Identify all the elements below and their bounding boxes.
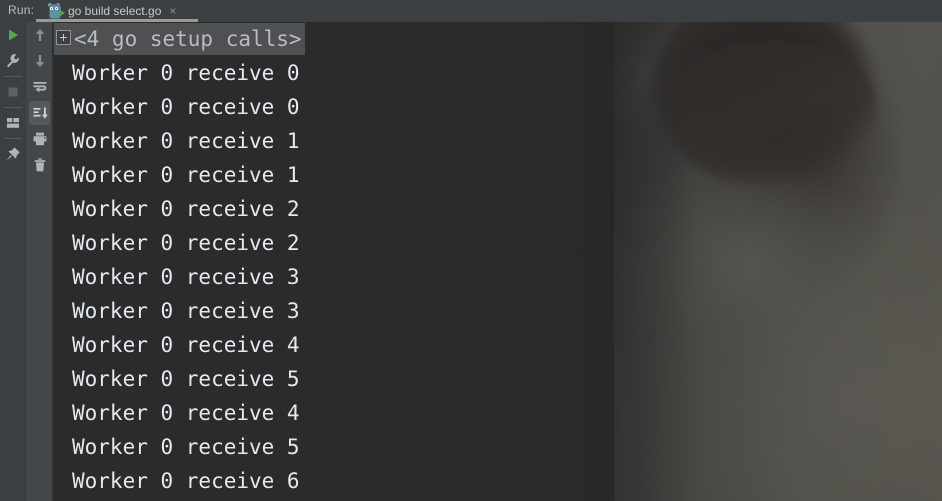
arrow-down-icon — [32, 53, 48, 69]
console-line-text: Worker 0 receive 2 — [72, 197, 300, 221]
console-line: Worker 0 receive 2 — [54, 226, 942, 260]
toolbar-divider — [52, 22, 54, 501]
toolbar-separator — [4, 76, 22, 77]
console-line-text: Worker 0 receive 3 — [72, 299, 300, 323]
go-gopher-run-icon — [48, 3, 65, 19]
console-line: Worker 0 receive 1 — [54, 158, 942, 192]
tab-active-underline — [36, 19, 198, 22]
console-line: Worker 0 receive 1 — [54, 124, 942, 158]
console-line: Worker 0 receive 0 — [54, 90, 942, 124]
soft-wrap-icon — [32, 79, 48, 95]
clear-all-button[interactable] — [26, 152, 53, 178]
stop-square-icon — [5, 84, 21, 100]
print-icon — [32, 131, 48, 147]
scroll-to-end-button[interactable] — [26, 100, 53, 126]
console-line-text: Worker 0 receive 2 — [72, 231, 300, 255]
console-line: Worker 0 receive 5 — [54, 362, 942, 396]
console-folded-line[interactable]: <4 go setup calls> — [54, 22, 942, 56]
tab-title: go build select.go — [68, 3, 162, 18]
prev-occurrence-button[interactable] — [26, 22, 53, 48]
wrench-icon — [5, 53, 21, 69]
tab-go-build-select-go[interactable]: go build select.go × — [44, 1, 180, 20]
toolbar-separator — [4, 138, 22, 139]
pin-icon — [5, 146, 21, 162]
console-line: Worker 0 receive 0 — [54, 56, 942, 90]
run-toolbar-secondary — [26, 22, 53, 501]
soft-wrap-button[interactable] — [26, 74, 53, 100]
console-line: Worker 0 receive 2 — [54, 192, 942, 226]
console-line: Worker 0 receive 3 — [54, 260, 942, 294]
console-line-text: Worker 0 receive 0 — [72, 95, 300, 119]
console-line-text: Worker 0 receive 4 — [72, 333, 300, 357]
run-toolbar-primary — [0, 22, 26, 501]
scroll-to-end-icon — [32, 105, 48, 121]
console-line-text: Worker 0 receive 6 — [72, 469, 300, 493]
restore-layout-button[interactable] — [0, 110, 26, 136]
console-line-text: Worker 0 receive 0 — [72, 61, 300, 85]
play-icon — [5, 27, 21, 43]
console-line: Worker 0 receive 6 — [54, 464, 942, 498]
console-line-text: Worker 0 receive 3 — [72, 265, 300, 289]
console-line-text: Worker 0 receive 5 — [72, 435, 300, 459]
console-line-text: Worker 0 receive 5 — [72, 367, 300, 391]
run-label: Run: — [8, 3, 35, 17]
print-button[interactable] — [26, 126, 53, 152]
close-icon[interactable]: × — [169, 5, 176, 17]
trash-icon — [32, 157, 48, 173]
console-line-text: Worker 0 receive 1 — [72, 163, 300, 187]
toolbar-separator — [4, 107, 22, 108]
console-output[interactable]: <4 go setup calls> Worker 0 receive 0 Work… — [54, 22, 942, 501]
fold-expander-plus-icon[interactable] — [56, 30, 71, 45]
next-occurrence-button[interactable] — [26, 48, 53, 74]
console-line: Worker 0 receive 3 — [54, 294, 942, 328]
console-line-text: Worker 0 receive 4 — [72, 401, 300, 425]
console-line-text: Worker 0 receive 1 — [72, 129, 300, 153]
console-line: Worker 0 receive 5 — [54, 430, 942, 464]
arrow-up-icon — [32, 27, 48, 43]
pin-tab-button[interactable] — [0, 141, 26, 167]
console-line: Worker 0 receive 4 — [54, 328, 942, 362]
settings-button[interactable] — [0, 48, 26, 74]
console-folded-line-text: <4 go setup calls> — [74, 27, 302, 51]
run-tool-window: <4 go setup calls> Worker 0 receive 0 Work… — [0, 0, 942, 501]
console-line-list: <4 go setup calls> Worker 0 receive 0 Work… — [54, 22, 942, 498]
stop-button — [0, 79, 26, 105]
run-window-header: Run: go build select.go × — [0, 0, 942, 22]
console-line: Worker 0 receive 4 — [54, 396, 942, 430]
layout-icon — [5, 115, 21, 131]
rerun-button[interactable] — [0, 22, 26, 48]
